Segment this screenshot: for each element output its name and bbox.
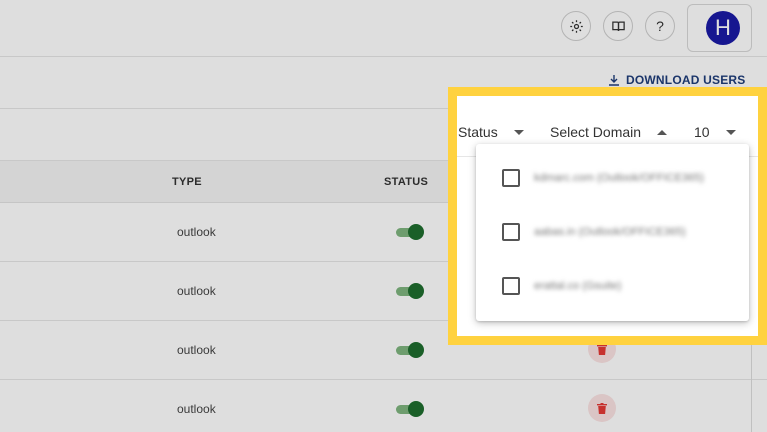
avatar-initial: H — [715, 15, 731, 40]
domain-option-label: erattal.co (Gsuite) — [534, 280, 622, 292]
trash-icon — [597, 343, 607, 355]
page-size-select[interactable]: 10 — [694, 124, 736, 140]
table-row: outlook — [0, 380, 767, 432]
chevron-up-icon — [657, 129, 668, 135]
trash-icon — [597, 402, 607, 414]
page-size-value: 10 — [694, 124, 710, 140]
domain-checkbox[interactable] — [502, 277, 520, 295]
domain-option[interactable]: kdmarc.com (Outlook/OFFICE365) — [502, 169, 704, 187]
type-cell: outlook — [177, 343, 216, 357]
domain-option-label: aabas.in (Outlook/OFFICE365) — [534, 226, 686, 238]
domain-option-label: kdmarc.com (Outlook/OFFICE365) — [534, 172, 704, 184]
status-filter[interactable]: Status — [458, 124, 524, 140]
status-toggle[interactable] — [396, 401, 424, 417]
help-button[interactable]: ? — [645, 11, 675, 41]
chevron-down-icon — [513, 129, 524, 135]
column-header-status[interactable]: STATUS — [384, 176, 428, 188]
status-toggle[interactable] — [396, 342, 424, 358]
book-icon — [611, 21, 625, 31]
docs-button[interactable] — [603, 11, 633, 41]
settings-button[interactable] — [561, 11, 591, 41]
domain-dropdown-menu: kdmarc.com (Outlook/OFFICE365) aabas.in … — [476, 144, 749, 321]
delete-button[interactable] — [588, 394, 616, 422]
download-users-label: DOWNLOAD USERS — [626, 73, 746, 87]
chevron-down-icon — [725, 129, 736, 135]
top-bar: ? H — [0, 0, 767, 57]
column-header-type[interactable]: TYPE — [172, 176, 202, 188]
domain-checkbox[interactable] — [502, 223, 520, 241]
profile-menu[interactable]: H — [687, 4, 752, 52]
domain-filter[interactable]: Select Domain — [550, 124, 668, 140]
type-cell: outlook — [177, 225, 216, 239]
domain-option[interactable]: erattal.co (Gsuite) — [502, 277, 621, 295]
type-cell: outlook — [177, 402, 216, 416]
app-window: ? H DOWNLOAD USERS TYPE STATUS outlook o… — [0, 0, 767, 432]
type-cell: outlook — [177, 284, 216, 298]
help-icon: ? — [656, 18, 664, 34]
avatar[interactable]: H — [706, 11, 740, 45]
download-users-button[interactable]: DOWNLOAD USERS — [608, 73, 745, 87]
status-filter-label: Status — [458, 124, 498, 140]
download-icon — [609, 75, 619, 86]
status-toggle[interactable] — [396, 283, 424, 299]
status-toggle[interactable] — [396, 224, 424, 240]
gear-icon — [569, 19, 583, 33]
domain-checkbox[interactable] — [502, 169, 520, 187]
domain-option[interactable]: aabas.in (Outlook/OFFICE365) — [502, 223, 686, 241]
domain-filter-label: Select Domain — [550, 124, 642, 140]
